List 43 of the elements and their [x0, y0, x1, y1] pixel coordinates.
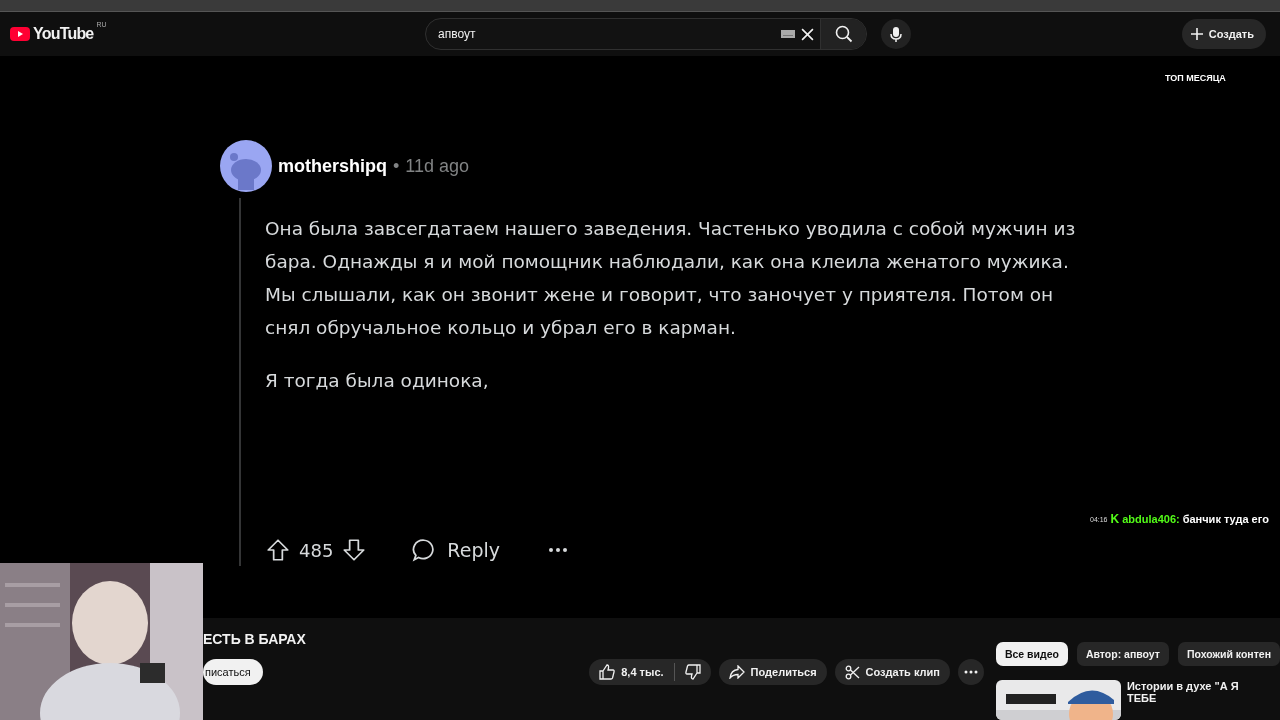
search-bar[interactable]: апвоут: [425, 18, 867, 51]
avatar-icon: [220, 140, 272, 193]
microphone-button[interactable]: [881, 19, 911, 50]
comment-author[interactable]: mothershipq: [278, 155, 387, 177]
like-button[interactable]: 8,4 тыс.: [589, 659, 674, 685]
clip-button[interactable]: Создать клип: [834, 659, 950, 685]
play-logo-icon: [10, 27, 30, 42]
create-button[interactable]: Создать: [1181, 19, 1266, 50]
separator-dot: •: [393, 155, 400, 177]
chat-badge-letter: K: [1110, 512, 1120, 527]
subscribe-button[interactable]: писаться: [203, 659, 263, 685]
comment-age: 11d ago: [405, 155, 470, 177]
share-arrow-icon: [728, 665, 745, 679]
thumbs-up-icon: [599, 664, 616, 680]
recommended-video-title[interactable]: Истории в духе "А Я ТЕБЕ: [1126, 680, 1267, 720]
chat-message: банчик туда его: [1182, 513, 1269, 526]
filter-chip[interactable]: Все видео: [995, 642, 1068, 666]
scissors-icon: [844, 664, 860, 680]
share-button[interactable]: Поделиться: [718, 659, 827, 685]
upvote-icon[interactable]: [265, 537, 291, 564]
filter-chip[interactable]: Похожий контен: [1177, 642, 1280, 666]
reply-button[interactable]: Reply: [411, 537, 500, 564]
filter-chip[interactable]: Автор: апвоут: [1076, 642, 1169, 666]
more-icon: [963, 670, 978, 674]
search-input[interactable]: апвоут: [426, 19, 781, 50]
search-button[interactable]: [820, 19, 866, 50]
chat-username: abdula406:: [1122, 513, 1180, 526]
overlay-label: ТОП МЕСЯЦА: [1165, 73, 1226, 84]
thumbs-down-icon: [684, 664, 701, 680]
comment-paragraph: Я тогда была одинока,: [265, 369, 490, 394]
video-player[interactable]: [0, 56, 1280, 618]
logo-text[interactable]: YouTube: [33, 25, 94, 44]
vote-score: 485: [299, 539, 334, 561]
video-title: ЕСТЬ В БАРАХ: [203, 631, 307, 647]
more-button[interactable]: [957, 659, 984, 685]
more-icon[interactable]: [548, 547, 568, 554]
close-icon[interactable]: [801, 27, 814, 41]
plus-icon: [1189, 27, 1204, 42]
microphone-icon: [889, 25, 903, 43]
keyboard-icon[interactable]: [781, 30, 795, 39]
comment-paragraph: Она была завсегдатаем нашего заведения. Частенько уводила с собой мужчин из бара. Однажды я и мой помощник наблюдали, как она клеила женатого мужика. Мы слышали, как он звонит жене и говорит, что заночует у приятеля. Потом он снял обручальное кольцо и убрал его в карман.: [265, 217, 1077, 341]
search-icon: [834, 25, 853, 44]
like-dislike-control[interactable]: 8,4 тыс.: [589, 659, 711, 685]
